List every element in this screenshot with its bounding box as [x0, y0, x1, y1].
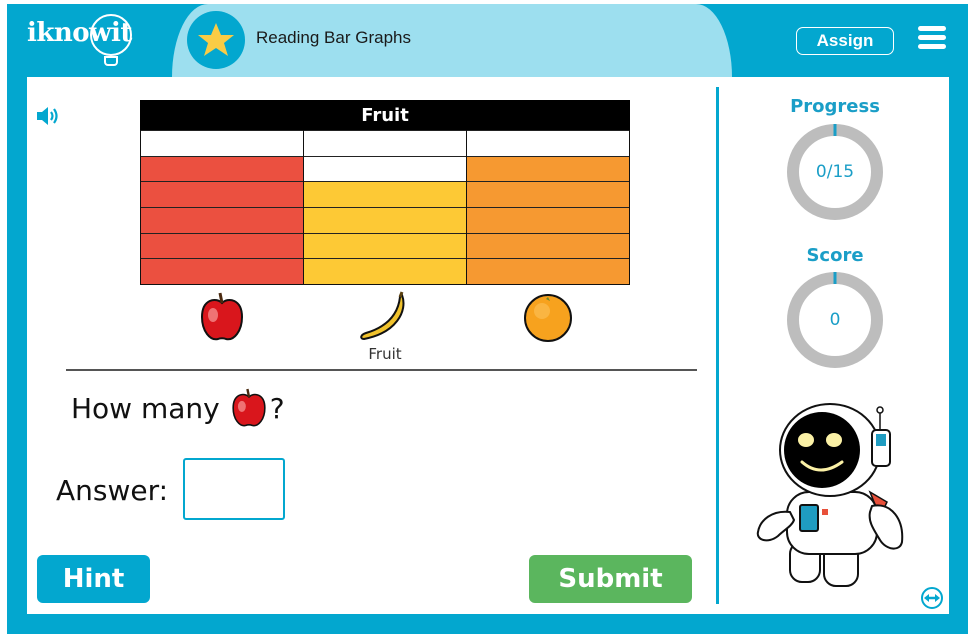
bar-segment-filled	[467, 181, 629, 208]
apple-icon	[200, 292, 243, 341]
sidebar-divider	[716, 87, 719, 604]
x-axis-label: Fruit	[368, 345, 402, 363]
bar-segment-empty	[467, 130, 629, 156]
submit-button[interactable]: Submit	[529, 555, 692, 603]
banana-icon	[360, 291, 405, 341]
bar-segment-filled	[467, 155, 629, 182]
star-icon	[187, 11, 245, 69]
chart-grid	[140, 130, 630, 285]
bar-segment-filled	[467, 207, 629, 233]
category-icons	[140, 290, 630, 344]
category-banana	[303, 290, 466, 344]
category-orange	[467, 290, 630, 344]
answer-input[interactable]	[183, 458, 285, 520]
answer-label: Answer:	[56, 474, 169, 507]
hamburger-menu-icon[interactable]	[918, 26, 946, 50]
category-apple	[140, 290, 303, 344]
bar-segment-filled	[304, 232, 466, 259]
score-label: Score	[806, 245, 864, 266]
bar-segment-filled	[304, 258, 466, 285]
bar-segment-filled	[304, 181, 466, 208]
bar-segment-filled	[141, 207, 303, 233]
lightbulb-icon	[90, 14, 132, 56]
assign-button[interactable]: Assign	[796, 27, 894, 55]
bar-segment-filled	[141, 155, 303, 182]
expand-arrows-icon[interactable]	[920, 586, 944, 614]
lightbulb-base-icon	[104, 56, 118, 66]
question-prefix: How many	[71, 391, 220, 425]
bar-orange	[467, 130, 629, 285]
progress-label: Progress	[790, 96, 880, 117]
bar-segment-filled	[141, 232, 303, 259]
bar-segment-filled	[467, 232, 629, 259]
progress-value: 0/15	[815, 162, 855, 182]
bar-apple	[141, 130, 304, 285]
chart-title: Fruit	[140, 100, 630, 130]
question-divider	[66, 369, 697, 371]
bar-segment-filled	[141, 258, 303, 285]
speaker-icon[interactable]	[36, 106, 62, 130]
bar-segment-filled	[141, 181, 303, 208]
bar-segment-filled	[467, 258, 629, 285]
bar-segment-empty	[304, 155, 466, 182]
bar-graph: Fruit	[140, 100, 630, 285]
astronaut-robot-mascot	[752, 402, 917, 596]
question-text: How many ?	[71, 386, 285, 430]
hint-button[interactable]: Hint	[37, 555, 150, 603]
score-value: 0	[829, 310, 841, 330]
bar-segment-empty	[304, 130, 466, 156]
orange-icon	[524, 294, 573, 342]
iknowit-logo[interactable]: iknowit	[27, 14, 132, 66]
lesson-title: Reading Bar Graphs	[256, 28, 411, 47]
bar-segment-empty	[141, 130, 303, 156]
bar-banana	[304, 130, 467, 285]
question-suffix: ?	[269, 391, 285, 425]
bar-segment-filled	[304, 207, 466, 233]
apple-icon	[232, 388, 266, 427]
